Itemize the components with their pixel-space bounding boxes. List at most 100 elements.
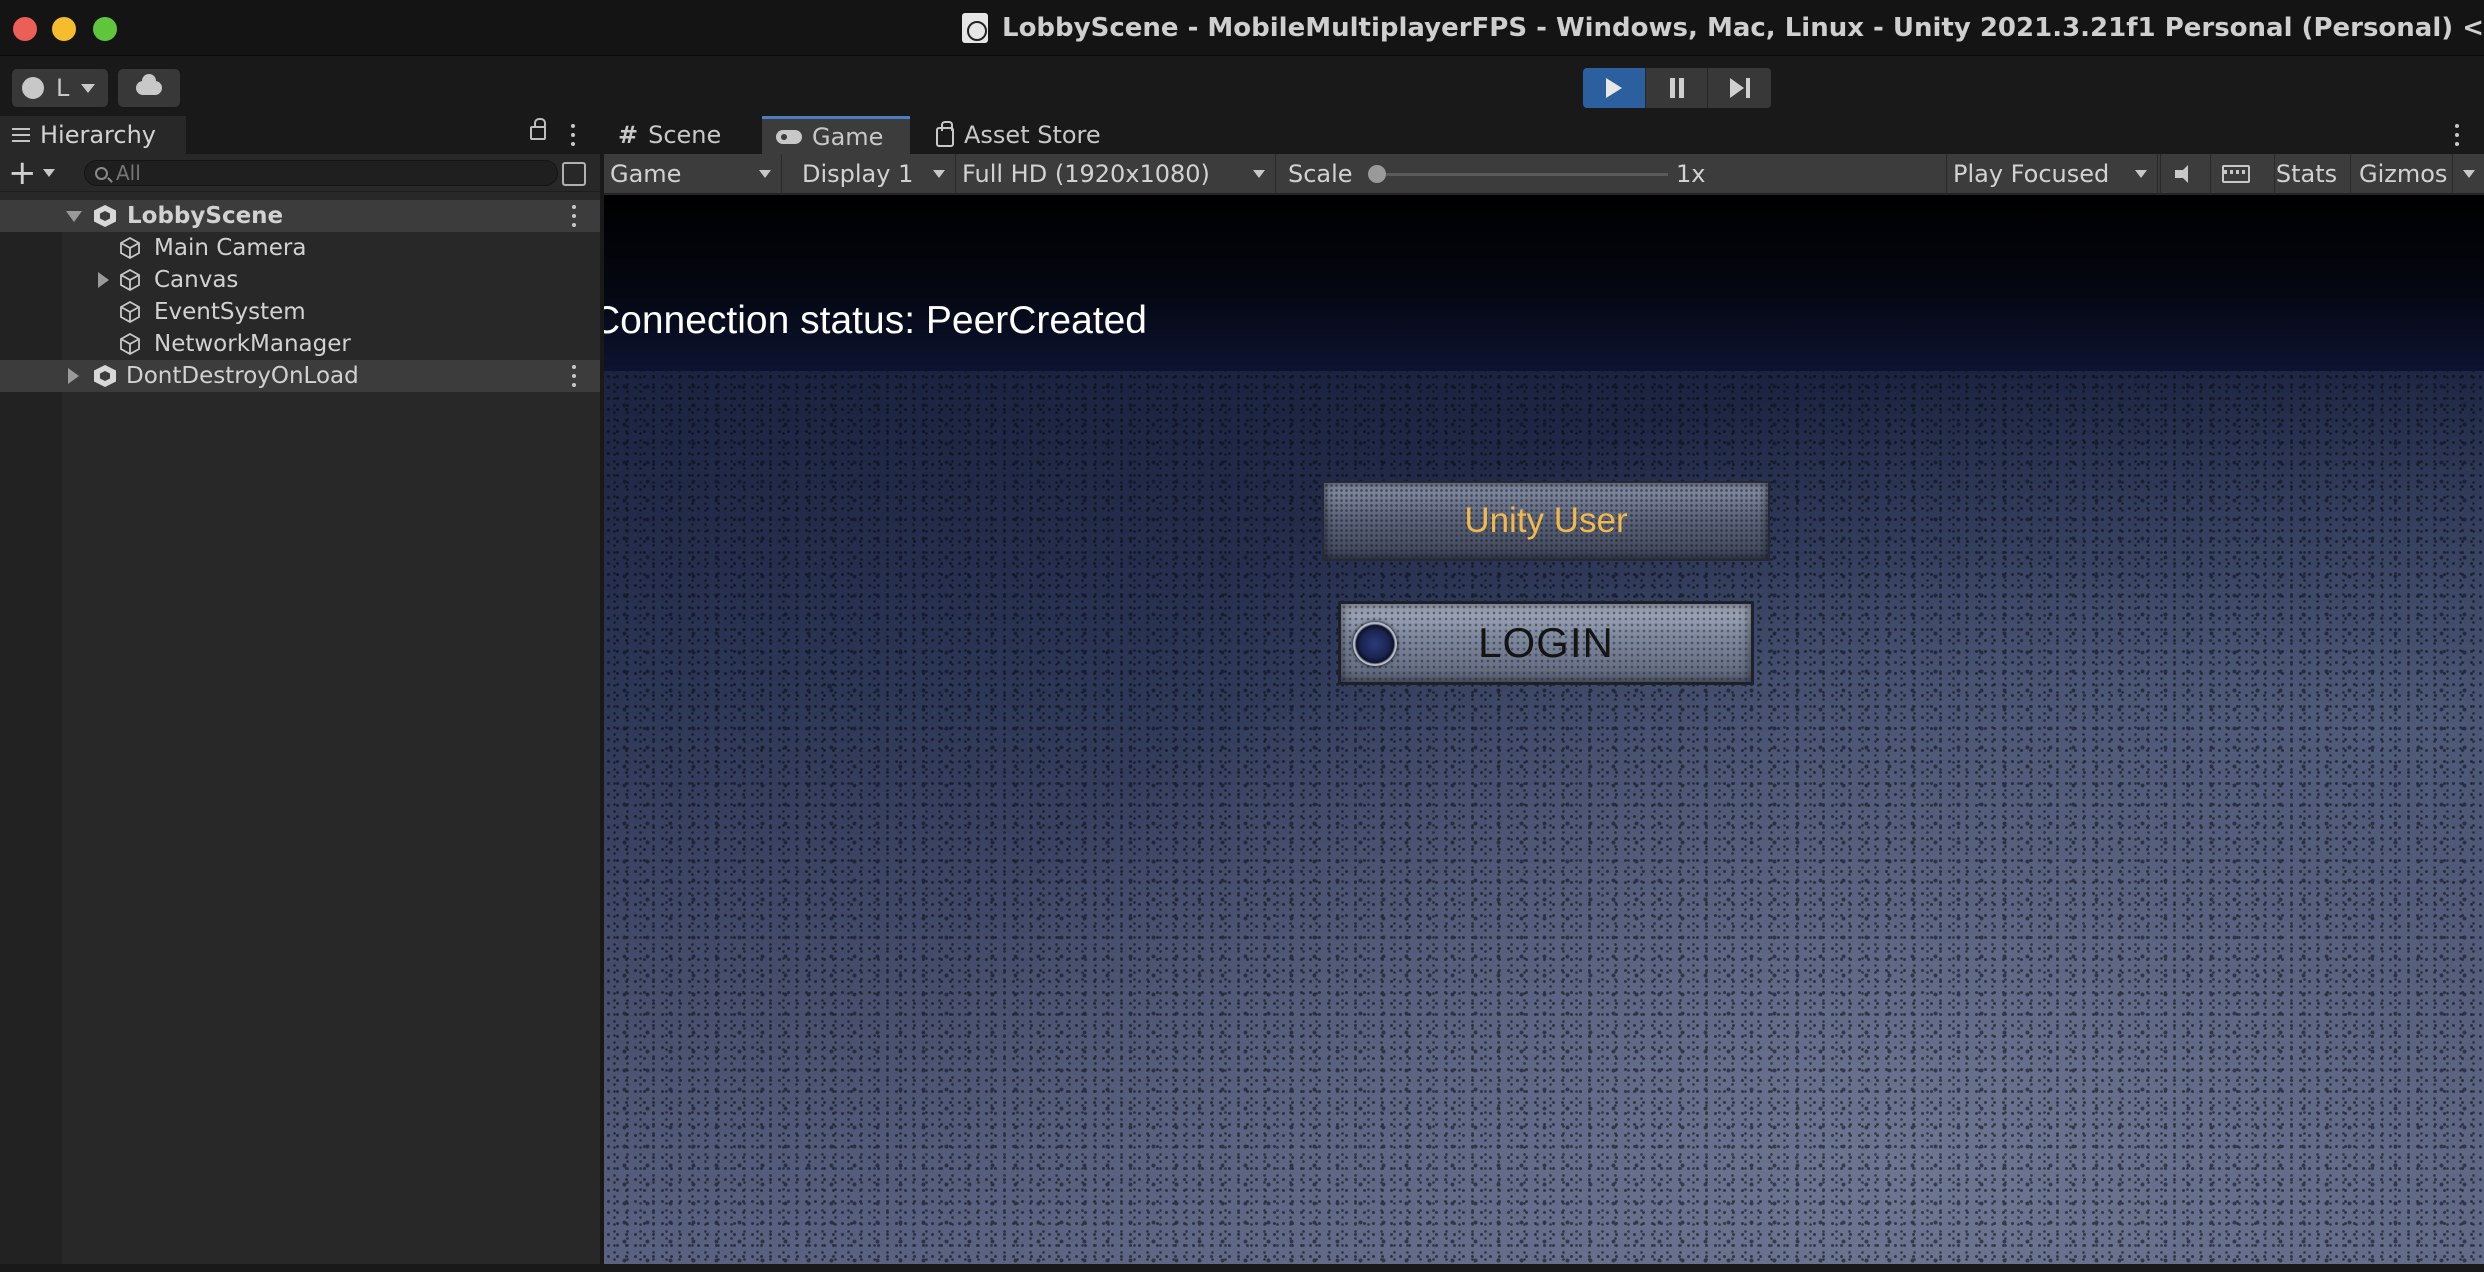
chevron-down-icon bbox=[1253, 170, 1265, 178]
login-button[interactable]: LOGIN bbox=[1338, 601, 1754, 685]
hierarchy-tab-label: Hierarchy bbox=[40, 121, 157, 149]
hierarchy-item-label: NetworkManager bbox=[154, 331, 351, 357]
account-dropdown[interactable]: L bbox=[12, 69, 108, 107]
gizmos-label: Gizmos bbox=[2359, 160, 2448, 188]
search-icon bbox=[95, 166, 108, 180]
connection-status-text: Connection status: PeerCreated bbox=[604, 299, 1147, 342]
tab-game[interactable]: Game bbox=[762, 116, 910, 154]
create-object-button[interactable]: + bbox=[8, 153, 62, 193]
resolution-dropdown[interactable]: Full HD (1920x1080) bbox=[956, 154, 1276, 194]
chevron-down-icon bbox=[42, 169, 55, 177]
account-icon bbox=[22, 77, 44, 99]
hierarchy-row-networkmanager[interactable]: NetworkManager bbox=[0, 328, 600, 360]
play-icon bbox=[1605, 78, 1622, 98]
gizmos-dropdown-button[interactable] bbox=[2452, 154, 2484, 194]
tab-label: Scene bbox=[648, 121, 722, 149]
maximize-window-button[interactable] bbox=[93, 17, 117, 41]
hierarchy-item-label: EventSystem bbox=[154, 299, 306, 325]
unity-scene-icon bbox=[94, 205, 116, 227]
lock-icon[interactable] bbox=[530, 118, 546, 140]
tab-hierarchy[interactable]: Hierarchy bbox=[0, 116, 186, 154]
hierarchy-search-row: + bbox=[0, 154, 600, 192]
minimize-window-button[interactable] bbox=[52, 17, 76, 41]
account-label: L bbox=[56, 74, 70, 102]
hierarchy-row-lobbyscene[interactable]: LobbyScene bbox=[0, 200, 600, 232]
hierarchy-panel: Hierarchy + LobbyScene Main Camera bbox=[0, 116, 600, 1266]
main-toolbar: L bbox=[0, 57, 2484, 116]
gameobject-cube-icon bbox=[120, 332, 140, 356]
unity-scene-icon bbox=[94, 365, 116, 387]
login-label: LOGIN bbox=[1478, 619, 1614, 666]
display-dropdown[interactable]: Display 1 bbox=[796, 154, 956, 194]
tab-scene[interactable]: # Scene bbox=[604, 116, 760, 154]
game-panel-menu-icon[interactable] bbox=[2454, 124, 2460, 146]
view-mode-dropdown[interactable]: Game bbox=[604, 154, 782, 194]
scale-label: Scale bbox=[1288, 160, 1353, 188]
game-header-band bbox=[604, 195, 2484, 375]
gizmos-button[interactable]: Gizmos bbox=[2350, 154, 2452, 194]
tab-asset-store[interactable]: Asset Store bbox=[922, 116, 1122, 154]
stats-button[interactable]: Stats bbox=[2274, 154, 2338, 194]
play-mode-value: Play Focused bbox=[1953, 160, 2110, 188]
hierarchy-search-box[interactable] bbox=[84, 160, 558, 186]
close-window-button[interactable] bbox=[13, 17, 37, 41]
gamepad-icon bbox=[776, 129, 802, 144]
step-button[interactable] bbox=[1708, 68, 1771, 108]
hierarchy-item-label: LobbyScene bbox=[127, 203, 284, 229]
game-panel-tab-bar: # Scene Game Asset Store bbox=[604, 116, 2484, 154]
foldout-collapsed-icon[interactable] bbox=[68, 368, 79, 384]
play-button[interactable] bbox=[1583, 68, 1646, 108]
keyboard-icon bbox=[2221, 165, 2250, 183]
display-value: Display 1 bbox=[802, 160, 914, 188]
game-view[interactable]: Connection status: PeerCreated Unity Use… bbox=[604, 195, 2484, 1264]
hierarchy-row-main-camera[interactable]: Main Camera bbox=[0, 232, 600, 264]
hierarchy-tree: LobbyScene Main Camera Canvas EventSyste… bbox=[0, 200, 600, 392]
gameobject-cube-icon bbox=[120, 268, 140, 292]
hierarchy-item-label: Main Camera bbox=[154, 235, 307, 261]
cloud-services-button[interactable] bbox=[118, 69, 180, 107]
chevron-down-icon bbox=[933, 170, 945, 178]
hierarchy-row-eventsystem[interactable]: EventSystem bbox=[0, 296, 600, 328]
pause-icon bbox=[1669, 78, 1684, 98]
scale-value: 1x bbox=[1676, 160, 1706, 188]
step-icon bbox=[1729, 78, 1750, 98]
mute-audio-button[interactable] bbox=[2160, 154, 2210, 194]
foldout-collapsed-icon[interactable] bbox=[98, 272, 109, 288]
scale-slider-thumb[interactable] bbox=[1368, 165, 1386, 183]
foldout-expanded-icon[interactable] bbox=[66, 211, 82, 222]
gameobject-cube-icon bbox=[120, 300, 140, 324]
hierarchy-menu-icon[interactable] bbox=[570, 124, 576, 146]
resolution-value: Full HD (1920x1080) bbox=[962, 160, 1210, 188]
hierarchy-item-label: DontDestroyOnLoad bbox=[126, 363, 359, 389]
game-view-control-bar: Game Display 1 Full HD (1920x1080) Scale… bbox=[604, 154, 2484, 194]
search-input[interactable] bbox=[116, 161, 496, 185]
pause-button[interactable] bbox=[1645, 68, 1709, 108]
gameobject-cube-icon bbox=[120, 236, 140, 260]
hash-icon: # bbox=[618, 121, 639, 149]
speaker-icon bbox=[2174, 164, 2197, 184]
hierarchy-row-canvas[interactable]: Canvas bbox=[0, 264, 600, 296]
play-mode-dropdown[interactable]: Play Focused bbox=[1946, 154, 2158, 194]
username-field[interactable]: Unity User bbox=[1322, 481, 1770, 561]
scene-menu-icon[interactable] bbox=[571, 365, 577, 387]
hierarchy-tab-bar: Hierarchy bbox=[0, 116, 600, 154]
view-mode-value: Game bbox=[610, 160, 682, 188]
scene-visibility-icon[interactable] bbox=[562, 162, 586, 186]
keyboard-shortcuts-button[interactable] bbox=[2210, 154, 2260, 194]
tab-label: Asset Store bbox=[964, 121, 1101, 149]
bolt-icon bbox=[1353, 622, 1397, 666]
window-title-group: LobbyScene - MobileMultiplayerFPS - Wind… bbox=[962, 10, 2484, 46]
chevron-down-icon bbox=[2462, 170, 2475, 178]
bottom-strip bbox=[0, 1264, 2484, 1272]
cloud-icon bbox=[136, 74, 162, 95]
scale-slider-track[interactable] bbox=[1376, 173, 1668, 176]
list-icon bbox=[12, 128, 30, 142]
title-bar: LobbyScene - MobileMultiplayerFPS - Wind… bbox=[0, 0, 2484, 56]
scene-menu-icon[interactable] bbox=[571, 205, 577, 227]
chevron-down-icon bbox=[759, 170, 771, 178]
plus-icon: + bbox=[8, 153, 37, 193]
stats-label: Stats bbox=[2275, 160, 2338, 188]
unity-document-icon bbox=[962, 13, 988, 43]
hierarchy-row-dontdestroyonload[interactable]: DontDestroyOnLoad bbox=[0, 360, 600, 392]
chevron-down-icon bbox=[2135, 170, 2147, 178]
